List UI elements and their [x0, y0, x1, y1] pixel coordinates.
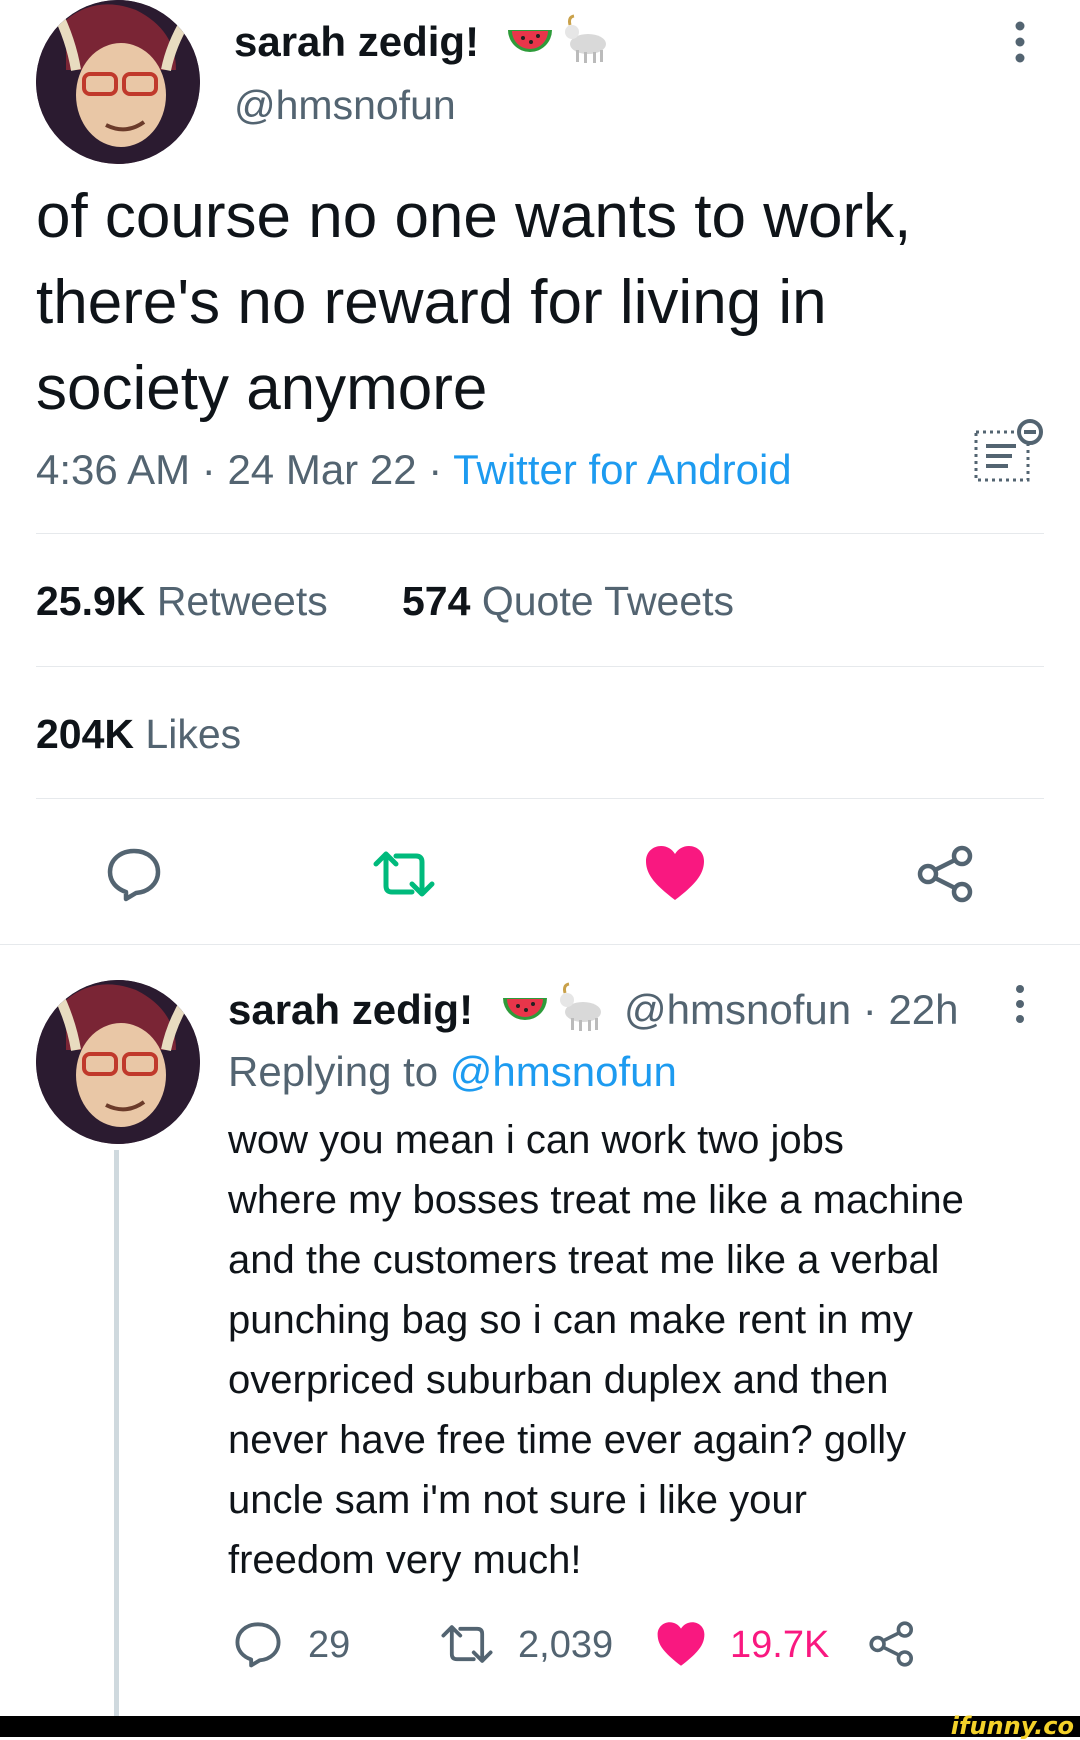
reply-text-line: and the customers treat me like a verbal: [228, 1238, 940, 1282]
tweet-text-line: of course no one wants to work,: [36, 182, 912, 251]
tweet-text: of course no one wants to work, there's …: [36, 174, 1046, 432]
share-icon[interactable]: [916, 844, 976, 904]
reply-text-line: punching bag so i can make rent in my: [228, 1298, 913, 1342]
goat-icon: [560, 14, 612, 66]
tweet-source-link[interactable]: Twitter for Android: [453, 446, 791, 493]
reply-avatar[interactable]: [36, 980, 200, 1144]
quote-count: 574: [402, 578, 471, 624]
quote-tweets-stat[interactable]: 574 Quote Tweets: [402, 578, 734, 625]
reply-retweet-icon[interactable]: [440, 1620, 494, 1668]
reply-text-line: wow you mean i can work two jobs: [228, 1118, 844, 1162]
meta-separator: ·: [428, 446, 443, 493]
reply-reply-icon[interactable]: [234, 1620, 282, 1668]
watermelon-icon: [500, 990, 550, 1030]
more-options-icon[interactable]: [1010, 20, 1030, 64]
meta-separator: ·: [862, 986, 877, 1033]
thread-line: [114, 1150, 119, 1716]
divider: [36, 798, 1044, 799]
tweet-text-line: there's no reward for living in: [36, 268, 827, 337]
avatar[interactable]: [36, 0, 200, 164]
reply-count: 29: [308, 1624, 351, 1666]
goat-icon: [555, 982, 607, 1034]
avatar-illustration: [36, 980, 200, 1144]
retweet-count: 2,039: [518, 1624, 614, 1666]
replying-to-label: Replying to: [228, 1048, 439, 1095]
reply-display-name[interactable]: sarah zedig!: [228, 986, 473, 1034]
avatar-illustration: [36, 0, 200, 164]
reply-text: wow you mean i can work two jobs where m…: [228, 1110, 1058, 1590]
meta-separator: ·: [201, 446, 216, 493]
like-count: 19.7K: [730, 1624, 830, 1666]
tweet-date[interactable]: 24 Mar 22: [227, 446, 416, 493]
view-analytics-icon[interactable]: [972, 418, 1044, 484]
watermelon-icon: [505, 22, 555, 62]
retweets-stat[interactable]: 25.9K Retweets: [36, 578, 328, 625]
tweet-time[interactable]: 4:36 AM: [36, 446, 190, 493]
divider: [36, 533, 1044, 534]
reply-text-line: where my bosses treat me like a machine: [228, 1178, 964, 1222]
section-divider: [0, 944, 1080, 945]
divider: [36, 666, 1044, 667]
tweet-meta: 4:36 AM · 24 Mar 22 · Twitter for Androi…: [36, 446, 792, 494]
display-name[interactable]: sarah zedig!: [234, 18, 479, 66]
quote-label: Quote Tweets: [481, 578, 735, 624]
display-name-text[interactable]: sarah zedig!: [234, 18, 479, 65]
reply-handle-time: @hmsnofun · 22h: [624, 986, 959, 1034]
likes-stat[interactable]: 204K Likes: [36, 711, 241, 758]
reply-icon[interactable]: [106, 846, 162, 902]
ifunny-watermark: ifunny.co: [950, 1712, 1074, 1740]
reply-text-line: freedom very much!: [228, 1538, 582, 1582]
likes-count: 204K: [36, 711, 135, 757]
likes-label: Likes: [145, 711, 242, 757]
reply-text-line: uncle sam i'm not sure i like your: [228, 1478, 807, 1522]
handle[interactable]: @hmsnofun: [234, 82, 456, 129]
tweet-text-line: society anymore: [36, 354, 488, 423]
reply-handle[interactable]: @hmsnofun: [624, 986, 851, 1033]
watermark-bar: [0, 1716, 1080, 1737]
like-icon[interactable]: [644, 844, 706, 902]
retweets-label: Retweets: [156, 578, 328, 624]
reply-like-icon[interactable]: [656, 1620, 706, 1668]
retweets-count: 25.9K: [36, 578, 146, 624]
reply-time[interactable]: 22h: [888, 986, 958, 1033]
reply-text-line: never have free time ever again? golly: [228, 1418, 907, 1462]
reply-more-options-icon[interactable]: [1010, 984, 1030, 1024]
replying-to: Replying to @hmsnofun: [228, 1048, 677, 1096]
replying-to-handle-link[interactable]: @hmsnofun: [450, 1048, 677, 1095]
reply-text-line: overpriced suburban duplex and then: [228, 1358, 889, 1402]
retweet-icon[interactable]: [372, 846, 436, 902]
reply-share-icon[interactable]: [868, 1620, 916, 1668]
